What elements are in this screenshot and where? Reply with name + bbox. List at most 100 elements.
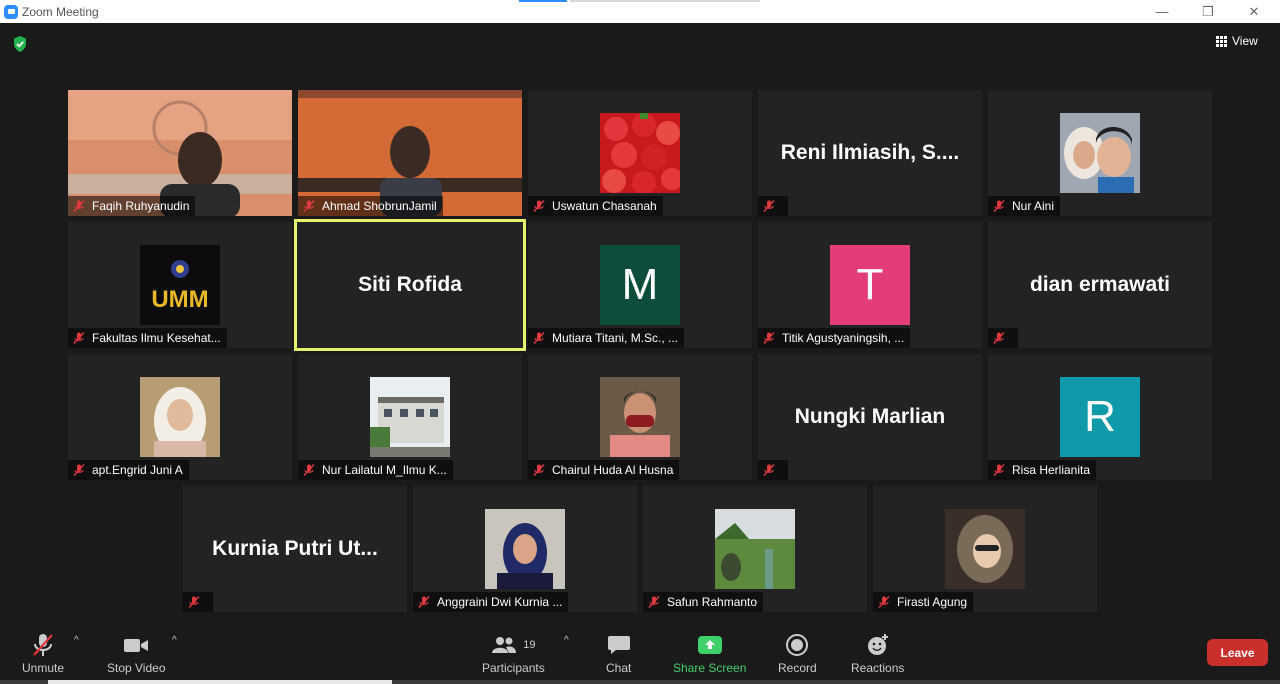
participant-label: Mutiara Titani, M.Sc., ... xyxy=(528,328,685,348)
participant-label: Ahmad ShobrunJamil xyxy=(298,196,443,216)
participants-icon: 19 xyxy=(491,631,535,659)
reactions-button[interactable]: Reactions xyxy=(851,631,904,675)
meeting-toolbar: Unmute ^ Stop Video ^ 19 Participants ^ … xyxy=(0,623,1280,684)
muted-mic-icon xyxy=(188,596,200,608)
video-camera-icon xyxy=(123,631,149,659)
muted-mic-icon xyxy=(763,200,775,212)
stop-video-button[interactable]: Stop Video xyxy=(107,631,166,675)
profile-photo xyxy=(485,509,565,589)
record-icon xyxy=(785,631,809,659)
video-tile-titik[interactable]: T Titik Agustyaningsih, ... xyxy=(758,222,982,348)
leave-button[interactable]: Leave xyxy=(1207,639,1268,666)
video-tile-faqih[interactable]: Faqih Ruhyanudin xyxy=(68,90,292,216)
zoom-logo-icon xyxy=(4,4,18,19)
meeting-area: View Faqih Ruhyanudin Ahmad ShobrunJamil xyxy=(0,23,1280,623)
participant-name: Safun Rahmanto xyxy=(667,595,758,609)
video-tile-engrid[interactable]: apt.Engrid Juni A xyxy=(68,354,292,480)
participant-name: Fakultas Ilmu Kesehat... xyxy=(92,331,221,345)
video-tile-mutiara[interactable]: M Mutiara Titani, M.Sc., ... xyxy=(528,222,752,348)
participant-name: Mutiara Titani, M.Sc., ... xyxy=(552,331,679,345)
record-label: Record xyxy=(778,661,817,675)
participants-options-caret[interactable]: ^ xyxy=(564,635,569,646)
participant-name: Nur Aini xyxy=(1012,199,1055,213)
participant-label: Chairul Huda Al Husna xyxy=(528,460,680,480)
reactions-label: Reactions xyxy=(851,661,905,675)
muted-mic-icon xyxy=(73,464,85,476)
profile-photo xyxy=(600,377,680,457)
unmute-label: Unmute xyxy=(22,661,65,675)
letter-avatar: M xyxy=(600,245,680,325)
muted-mic-icon xyxy=(993,200,1005,212)
participant-name: Chairul Huda Al Husna xyxy=(552,463,674,477)
video-tile-nungki[interactable]: Nungki Marlian xyxy=(758,354,982,480)
participants-label: Participants xyxy=(482,661,545,675)
participant-label: apt.Engrid Juni A xyxy=(68,460,189,480)
profile-photo xyxy=(140,377,220,457)
taskbar-strip xyxy=(0,680,1280,684)
video-tile-uswatun[interactable]: Uswatun Chasanah xyxy=(528,90,752,216)
share-screen-button[interactable]: Share Screen xyxy=(673,631,746,675)
participant-name: Titik Agustyaningsih, ... xyxy=(782,331,905,345)
video-options-caret[interactable]: ^ xyxy=(172,635,177,646)
participant-name: Anggraini Dwi Kurnia ... xyxy=(437,595,563,609)
video-tile-safun[interactable]: Safun Rahmanto xyxy=(643,486,867,612)
muted-mic-icon xyxy=(993,332,1005,344)
muted-mic-icon xyxy=(878,596,890,608)
video-tile-risa[interactable]: R Risa Herlianita xyxy=(988,354,1212,480)
video-tile-chairul[interactable]: Chairul Huda Al Husna xyxy=(528,354,752,480)
maximize-button[interactable]: ❐ xyxy=(1185,0,1231,23)
participant-name: Risa Herlianita xyxy=(1012,463,1091,477)
participant-label: Anggraini Dwi Kurnia ... xyxy=(413,592,569,612)
video-tile-ahmad[interactable]: Ahmad ShobrunJamil xyxy=(298,90,522,216)
video-tile-siti-active-speaker[interactable]: Siti Rofida xyxy=(294,219,526,351)
minimize-button[interactable]: — xyxy=(1139,0,1185,23)
participant-label: Nur Lailatul M_Ilmu K... xyxy=(298,460,453,480)
share-screen-label: Share Screen xyxy=(673,661,747,675)
shield-icon[interactable] xyxy=(12,35,28,53)
reactions-icon xyxy=(866,631,890,659)
participant-label xyxy=(988,328,1018,348)
unmute-button[interactable]: Unmute xyxy=(22,631,64,675)
muted-mic-icon xyxy=(648,596,660,608)
participant-label: Firasti Agung xyxy=(873,592,974,612)
letter-avatar: R xyxy=(1060,377,1140,457)
participant-name: apt.Engrid Juni A xyxy=(92,463,183,477)
video-tile-reni[interactable]: Reni Ilmiasih, S.... xyxy=(758,90,982,216)
participant-name-display: Reni Ilmiasih, S.... xyxy=(780,141,960,164)
window-title: Zoom Meeting xyxy=(22,4,99,19)
video-tile-anggraini[interactable]: Anggraini Dwi Kurnia ... xyxy=(413,486,637,612)
profile-photo xyxy=(370,377,450,457)
video-tile-dian[interactable]: dian ermawati xyxy=(988,222,1212,348)
profile-photo xyxy=(715,509,795,589)
video-tile-kurnia[interactable]: Kurnia Putri Ut... xyxy=(183,486,407,612)
muted-mic-icon xyxy=(303,200,315,212)
participant-label: Nur Aini xyxy=(988,196,1061,216)
logo-text: UMM xyxy=(151,286,208,313)
tab-indicator-secondary xyxy=(570,0,760,2)
participant-label: Faqih Ruhyanudin xyxy=(68,196,196,216)
view-button[interactable]: View xyxy=(1216,31,1258,51)
participant-name: Faqih Ruhyanudin xyxy=(92,199,190,213)
participants-button[interactable]: 19 Participants xyxy=(482,631,545,675)
participant-name: Uswatun Chasanah xyxy=(552,199,657,213)
tab-indicator xyxy=(519,0,567,2)
close-button[interactable]: ✕ xyxy=(1231,0,1277,23)
video-tile-nur-lailatul[interactable]: Nur Lailatul M_Ilmu K... xyxy=(298,354,522,480)
muted-mic-icon xyxy=(763,464,775,476)
muted-mic-icon xyxy=(993,464,1005,476)
participant-name-display: Nungki Marlian xyxy=(794,405,946,428)
video-tile-nur-aini[interactable]: Nur Aini xyxy=(988,90,1212,216)
muted-mic-icon xyxy=(763,332,775,344)
participant-name: Firasti Agung xyxy=(897,595,968,609)
video-tile-firasti[interactable]: Firasti Agung xyxy=(873,486,1097,612)
record-button[interactable]: Record xyxy=(778,631,817,675)
audio-options-caret[interactable]: ^ xyxy=(74,635,79,646)
chat-button[interactable]: Chat xyxy=(606,631,631,675)
participant-label xyxy=(758,460,788,480)
participant-label: Uswatun Chasanah xyxy=(528,196,663,216)
participant-label xyxy=(183,592,213,612)
view-label: View xyxy=(1232,34,1258,48)
letter-avatar: T xyxy=(830,245,910,325)
video-tile-fikes[interactable]: UMM Fakultas Ilmu Kesehat... xyxy=(68,222,292,348)
participant-label: Fakultas Ilmu Kesehat... xyxy=(68,328,227,348)
